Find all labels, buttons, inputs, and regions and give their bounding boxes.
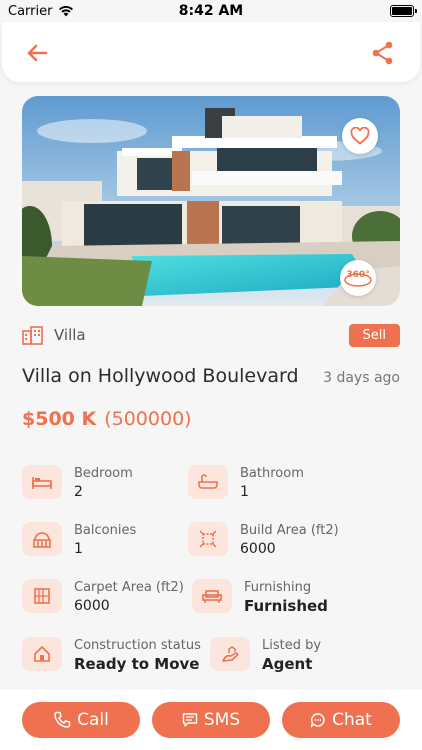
spec-label: Construction status (74, 638, 201, 653)
message-icon (182, 713, 198, 727)
spec-label: Balconies (74, 523, 137, 538)
spec-label: Build Area (ft2) (240, 523, 339, 538)
posted-time: 3 days ago (323, 370, 400, 386)
spec-label: Bedroom (74, 466, 133, 481)
title-row: Villa on Hollywood Boulevard 3 days ago (22, 365, 400, 387)
spec-bedroom: Bedroom 2 (22, 465, 133, 502)
spec-value: Furnished (244, 597, 328, 615)
call-label: Call (77, 710, 109, 730)
property-photo[interactable]: 360° (22, 96, 400, 306)
spec-construction-status: Construction status Ready to Move (22, 637, 201, 674)
action-bar: Call SMS Chat (0, 690, 422, 750)
spec-value: Ready to Move (74, 655, 200, 673)
clock: 8:42 AM (178, 3, 244, 19)
spec-listed-by: Listed by Agent (210, 637, 321, 674)
battery-level (392, 7, 412, 15)
spec-value: Agent (262, 655, 313, 673)
spec-furnishing: Furnishing Furnished (192, 579, 328, 616)
chat-button[interactable]: Chat (282, 702, 400, 738)
spec-value: 2 (74, 484, 83, 500)
property-title: Villa on Hollywood Boulevard (22, 365, 299, 387)
spec-label: Carpet Area (ft2) (74, 580, 184, 595)
sofa-icon (192, 579, 232, 613)
spec-value: 6000 (74, 598, 110, 614)
price: $500 K (22, 408, 97, 430)
bathtub-icon (188, 465, 228, 499)
spec-label: Bathroom (240, 466, 304, 481)
spec-carpet-area: Carpet Area (ft2) 6000 (22, 579, 184, 616)
heart-icon (350, 127, 370, 145)
arrow-left-icon[interactable] (24, 40, 50, 66)
chat-bubble-icon (310, 713, 325, 728)
carpet-icon (22, 579, 62, 613)
house-icon (22, 637, 62, 671)
panorama-360-icon: 360° (344, 270, 372, 287)
spec-bathroom: Bathroom 1 (188, 465, 304, 502)
spec-value: 1 (240, 484, 249, 500)
spec-label: Furnishing (244, 580, 312, 595)
panorama-button[interactable]: 360° (340, 260, 376, 296)
price-row: $500 K (500000) (22, 408, 192, 430)
spec-build-area: Build Area (ft2) 6000 (188, 522, 339, 559)
price-full: (500000) (104, 408, 192, 430)
spec-label: Listed by (262, 638, 322, 653)
sms-button[interactable]: SMS (152, 702, 270, 738)
chat-label: Chat (332, 710, 372, 730)
building-icon (22, 326, 43, 345)
status-bar: Carrier 8:42 AM (0, 0, 422, 22)
listing-badge: Sell (348, 323, 400, 347)
battery-icon (390, 5, 417, 17)
call-button[interactable]: Call (22, 702, 140, 738)
sms-label: SMS (203, 710, 241, 730)
phone-icon (54, 711, 71, 728)
property-type-label: Villa (54, 326, 86, 344)
share-icon[interactable] (370, 40, 396, 66)
balcony-icon (22, 522, 62, 556)
property-type: Villa (22, 325, 86, 345)
property-type-row: Villa Sell (22, 322, 400, 348)
favorite-button[interactable] (342, 118, 378, 154)
bed-icon (22, 465, 62, 499)
area-icon (188, 522, 228, 556)
spec-balconies: Balconies 1 (22, 522, 136, 559)
agent-icon (210, 637, 250, 671)
app-header (2, 22, 420, 82)
spec-value: 1 (74, 541, 83, 557)
spec-value: 6000 (240, 541, 276, 557)
